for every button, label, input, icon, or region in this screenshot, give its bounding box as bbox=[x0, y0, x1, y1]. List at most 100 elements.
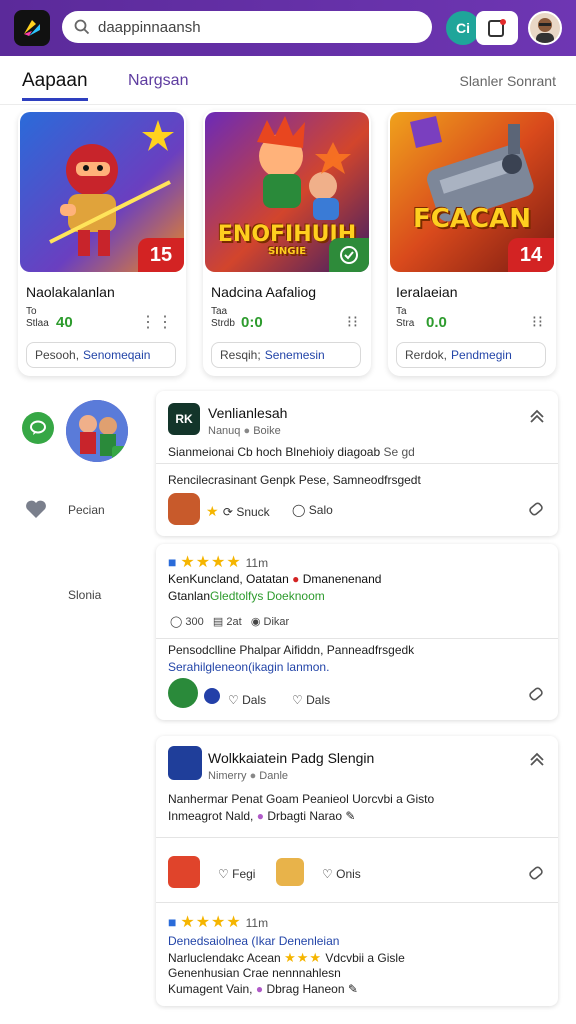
tag-icon[interactable] bbox=[526, 499, 546, 519]
like-action[interactable]: ★ ⟳ Snuck bbox=[206, 503, 270, 520]
chevron-up-icon[interactable] bbox=[528, 750, 546, 768]
more-options-icon[interactable]: ⁝⁝ bbox=[347, 312, 359, 332]
user-avatar bbox=[168, 678, 198, 708]
check-icon bbox=[329, 238, 369, 272]
app-logo-icon[interactable] bbox=[14, 10, 50, 46]
action-label: Dals bbox=[242, 693, 267, 707]
chat-badge-label: Ci bbox=[456, 20, 470, 36]
game-art-title: FCACAN bbox=[413, 204, 531, 234]
time-label: 11m bbox=[245, 916, 269, 930]
app-icon bbox=[168, 856, 200, 888]
tabs-divider bbox=[0, 104, 576, 105]
feed-text-link[interactable]: Serahilgleneon(ikagin lanmon. bbox=[168, 660, 329, 674]
game-meta-bottom: Stra bbox=[396, 318, 415, 329]
like-icon: ♡ bbox=[292, 693, 303, 707]
feed-line-tail: Dbrag Haneon bbox=[266, 982, 345, 996]
heart-icon[interactable] bbox=[24, 498, 48, 520]
search-input[interactable] bbox=[98, 18, 418, 36]
game-meta-top: To bbox=[26, 306, 37, 317]
pill-label: Resqih; bbox=[220, 348, 261, 362]
like-icon: ♡ bbox=[218, 867, 229, 881]
action-label: Fegi bbox=[232, 867, 256, 881]
card-divider bbox=[156, 638, 558, 639]
pill-link[interactable]: Pendmegin bbox=[451, 348, 512, 362]
game-card[interactable]: FCACAN 14 Ieralaeian Ta Stra 0.0 ⁝⁝ Rerdo… bbox=[388, 110, 556, 376]
feed-text-line: Kumagent Vain, ● Dbrag Haneon ✎ bbox=[168, 982, 358, 996]
feed-card[interactable]: RK Venlianlesah Nanuq ● Boike Sianmeiona… bbox=[156, 391, 558, 536]
stat-value: Dikar bbox=[263, 616, 290, 628]
feed-line-text: Kumagent Vain, bbox=[168, 982, 253, 996]
game-meta-top: Taa bbox=[211, 306, 228, 317]
action-label: Dals bbox=[306, 693, 331, 707]
badge-icon: ● bbox=[255, 982, 264, 996]
like-icon: ♡ bbox=[228, 693, 239, 707]
game-meta: To Stlaa bbox=[26, 306, 49, 330]
shield-icon: ■ bbox=[168, 914, 177, 930]
feed-text-link[interactable]: Denedsaiolnea (Ikar Denenleian bbox=[168, 934, 339, 948]
globe-icon bbox=[204, 688, 220, 704]
pill-link[interactable]: Senomeqain bbox=[83, 348, 150, 362]
game-meta-bottom: Stlaa bbox=[26, 318, 49, 329]
feed-card[interactable]: ■ ★★★★ 11m KenKuncland, Oatatan ● Dmanen… bbox=[156, 544, 558, 720]
badge-icon: ● bbox=[292, 572, 300, 586]
chevron-up-icon[interactable] bbox=[528, 407, 546, 425]
action-label: Snuck bbox=[236, 505, 270, 519]
game-cover-image: 15 bbox=[20, 112, 184, 272]
tag-icon[interactable] bbox=[526, 684, 546, 704]
game-card[interactable]: ENOFIHUIH SINGIE Nadcina Aafaliog Taa Str… bbox=[203, 110, 371, 376]
pill-link[interactable]: Senemesin bbox=[265, 348, 325, 362]
feed-line-link[interactable]: Gledtolfys Doeknoom bbox=[210, 589, 325, 603]
tag-icon[interactable] bbox=[526, 863, 546, 883]
game-card[interactable]: 15 Naolakalanlan To Stlaa 40 ⋮⋮ Pesooh, Se… bbox=[18, 110, 186, 376]
stat-value: 300 bbox=[185, 616, 204, 628]
card-divider bbox=[156, 463, 558, 464]
feed-text-line: GtanlanGledtolfys Doeknoom bbox=[168, 589, 325, 603]
game-cover-image: FCACAN 14 bbox=[390, 112, 554, 272]
chat-icon[interactable] bbox=[22, 412, 54, 444]
feed-line-text: Sianmeionai Cb hoch Blnehioiy diagoab bbox=[168, 445, 381, 459]
top-app-bar: Ci bbox=[0, 0, 576, 56]
tab-nargsan[interactable]: Nargsan bbox=[128, 72, 188, 90]
chat-badge-button[interactable]: Ci bbox=[446, 11, 480, 45]
card-divider bbox=[156, 837, 558, 838]
comment-action[interactable]: ◯ Salo bbox=[292, 503, 333, 517]
game-action-pill[interactable]: Rerdok, Pendmegin bbox=[396, 342, 546, 368]
feed-title: Wolkkaiatein Padg Slengin bbox=[208, 750, 375, 766]
pill-label: Pesooh, bbox=[35, 348, 80, 362]
more-options-icon[interactable]: ⋮⋮ bbox=[140, 312, 174, 332]
comment-action[interactable]: ♡ Onis bbox=[322, 867, 361, 881]
feed-sub-b: Boike bbox=[253, 425, 281, 437]
sort-link[interactable]: Slanler Sonrant bbox=[459, 73, 556, 89]
rank-badge: 15 bbox=[138, 238, 184, 272]
note-icon bbox=[488, 19, 506, 37]
feed-card[interactable]: Wolkkaiatein Padg Slengin Nimerry ● Danl… bbox=[156, 736, 558, 1006]
share-action[interactable]: ♡ Dals bbox=[292, 693, 330, 707]
user-avatar[interactable] bbox=[528, 11, 562, 45]
more-options-icon[interactable]: ⁝⁝ bbox=[532, 312, 544, 332]
game-meta-top: Ta bbox=[396, 306, 407, 317]
pill-label: Rerdok, bbox=[405, 348, 448, 362]
like-action[interactable]: ♡ Dals bbox=[228, 693, 266, 707]
action-label: Onis bbox=[336, 867, 361, 881]
stats-row: ◯ 300 ▤ 2at ◉ Dikar bbox=[170, 615, 289, 628]
game-action-pill[interactable]: Pesooh, Senomeqain bbox=[26, 342, 176, 368]
game-action-pill[interactable]: Resqih; Senemesin bbox=[211, 342, 361, 368]
rating-row: ■ ★★★★ 11m bbox=[168, 912, 268, 932]
tab-aapaan[interactable]: Aapaan bbox=[22, 70, 88, 92]
game-score: 0.0 bbox=[426, 314, 447, 331]
rating-row: ■ ★★★★ 11m bbox=[168, 552, 268, 572]
active-tab-indicator bbox=[22, 98, 88, 101]
star-rating: ★★★★ bbox=[180, 914, 242, 931]
edit-icon: ✎ bbox=[347, 982, 358, 996]
like-action[interactable]: ♡ Fegi bbox=[218, 867, 255, 881]
search-bar[interactable] bbox=[62, 11, 432, 43]
feed-line-tail: Se gd bbox=[383, 445, 415, 459]
game-thumbnail[interactable] bbox=[66, 400, 128, 462]
game-title: Ieralaeian bbox=[396, 284, 458, 300]
notes-button[interactable] bbox=[476, 11, 518, 45]
feed-line-text: KenKuncland, Oatatan bbox=[168, 572, 289, 586]
shield-icon: ■ bbox=[168, 554, 177, 570]
feed-text-line: KenKuncland, Oatatan ● Dmanenenand bbox=[168, 572, 381, 586]
star-icon: ★ bbox=[206, 503, 220, 519]
feed-subtitle: Nanuq ● Boike bbox=[208, 425, 281, 437]
